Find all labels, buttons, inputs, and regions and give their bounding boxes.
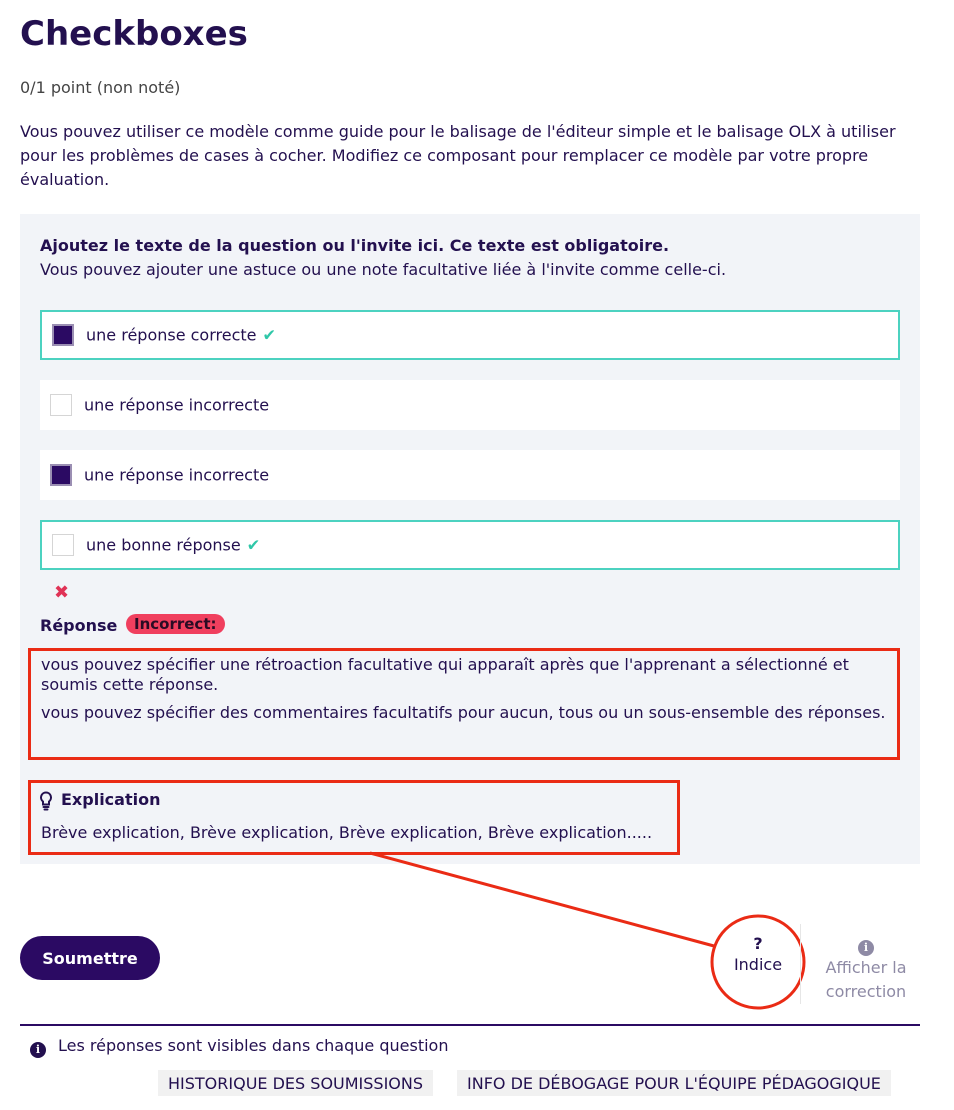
divider	[20, 1024, 920, 1026]
show-answer-label: Afficher la correction	[825, 958, 907, 1001]
notice: i Les réponses sont visibles dans chaque …	[30, 1036, 448, 1058]
feedback-text: vous pouvez spécifier des commentaires f…	[41, 703, 886, 722]
status-badge: Incorrect:	[126, 614, 225, 634]
choice-option[interactable]: une réponse incorrecte	[40, 450, 900, 500]
notice-text: Les réponses sont visibles dans chaque q…	[58, 1036, 449, 1055]
question-text: Ajoutez le texte de la question ou l'inv…	[40, 236, 670, 255]
choice-label: une bonne réponse	[86, 535, 241, 555]
response-label: Réponse	[40, 616, 118, 635]
choice-option[interactable]: une bonne réponse ✔	[40, 520, 900, 570]
show-answer-button[interactable]: i Afficher la correction	[816, 936, 916, 1004]
x-icon: ✖	[54, 582, 70, 603]
feedback-text: vous pouvez spécifier une rétroaction fa…	[41, 655, 849, 694]
question-note: Vous pouvez ajouter une astuce ou une no…	[40, 260, 727, 279]
problem-panel: Ajoutez le texte de la question ou l'inv…	[20, 214, 920, 864]
checkbox[interactable]	[52, 324, 74, 346]
choice-option[interactable]: une réponse correcte ✔	[40, 310, 900, 360]
debug-info-button[interactable]: INFO DE DÉBOGAGE POUR L'ÉQUIPE PÉDAGOGIQ…	[457, 1070, 891, 1096]
explanation-box: Explication Brève explication, Brève exp…	[28, 780, 680, 855]
hint-label: Indice	[733, 955, 783, 974]
checkbox[interactable]	[50, 394, 72, 416]
info-icon: i	[30, 1042, 46, 1058]
divider	[800, 924, 801, 1004]
annotation-connector	[369, 851, 715, 948]
checkbox[interactable]	[50, 464, 72, 486]
submit-button[interactable]: Soumettre	[20, 936, 160, 980]
submission-history-button[interactable]: HISTORIQUE DES SOUMISSIONS	[158, 1070, 434, 1096]
intro-text: Vous pouvez utiliser ce modèle comme gui…	[20, 122, 896, 189]
choice-label: une réponse correcte	[86, 325, 257, 345]
points-label: 0/1 point (non noté)	[20, 78, 181, 97]
checkbox[interactable]	[52, 534, 74, 556]
lightbulb-icon	[40, 791, 52, 811]
choice-label: une réponse incorrecte	[84, 465, 270, 485]
choice-label: une réponse incorrecte	[84, 395, 270, 415]
info-icon: i	[858, 940, 874, 956]
check-icon: ✔	[262, 325, 276, 345]
explanation-title: Explication	[61, 790, 161, 809]
hint-button[interactable]: ? Indice	[711, 920, 805, 1004]
page-title: Checkboxes	[20, 14, 248, 54]
feedback-box: vous pouvez spécifier une rétroaction fa…	[28, 648, 900, 760]
explanation-text: Brève explication, Brève explication, Br…	[41, 823, 653, 842]
check-icon: ✔	[246, 535, 261, 555]
help-icon: ?	[753, 934, 763, 953]
choice-option[interactable]: une réponse incorrecte	[40, 380, 900, 430]
